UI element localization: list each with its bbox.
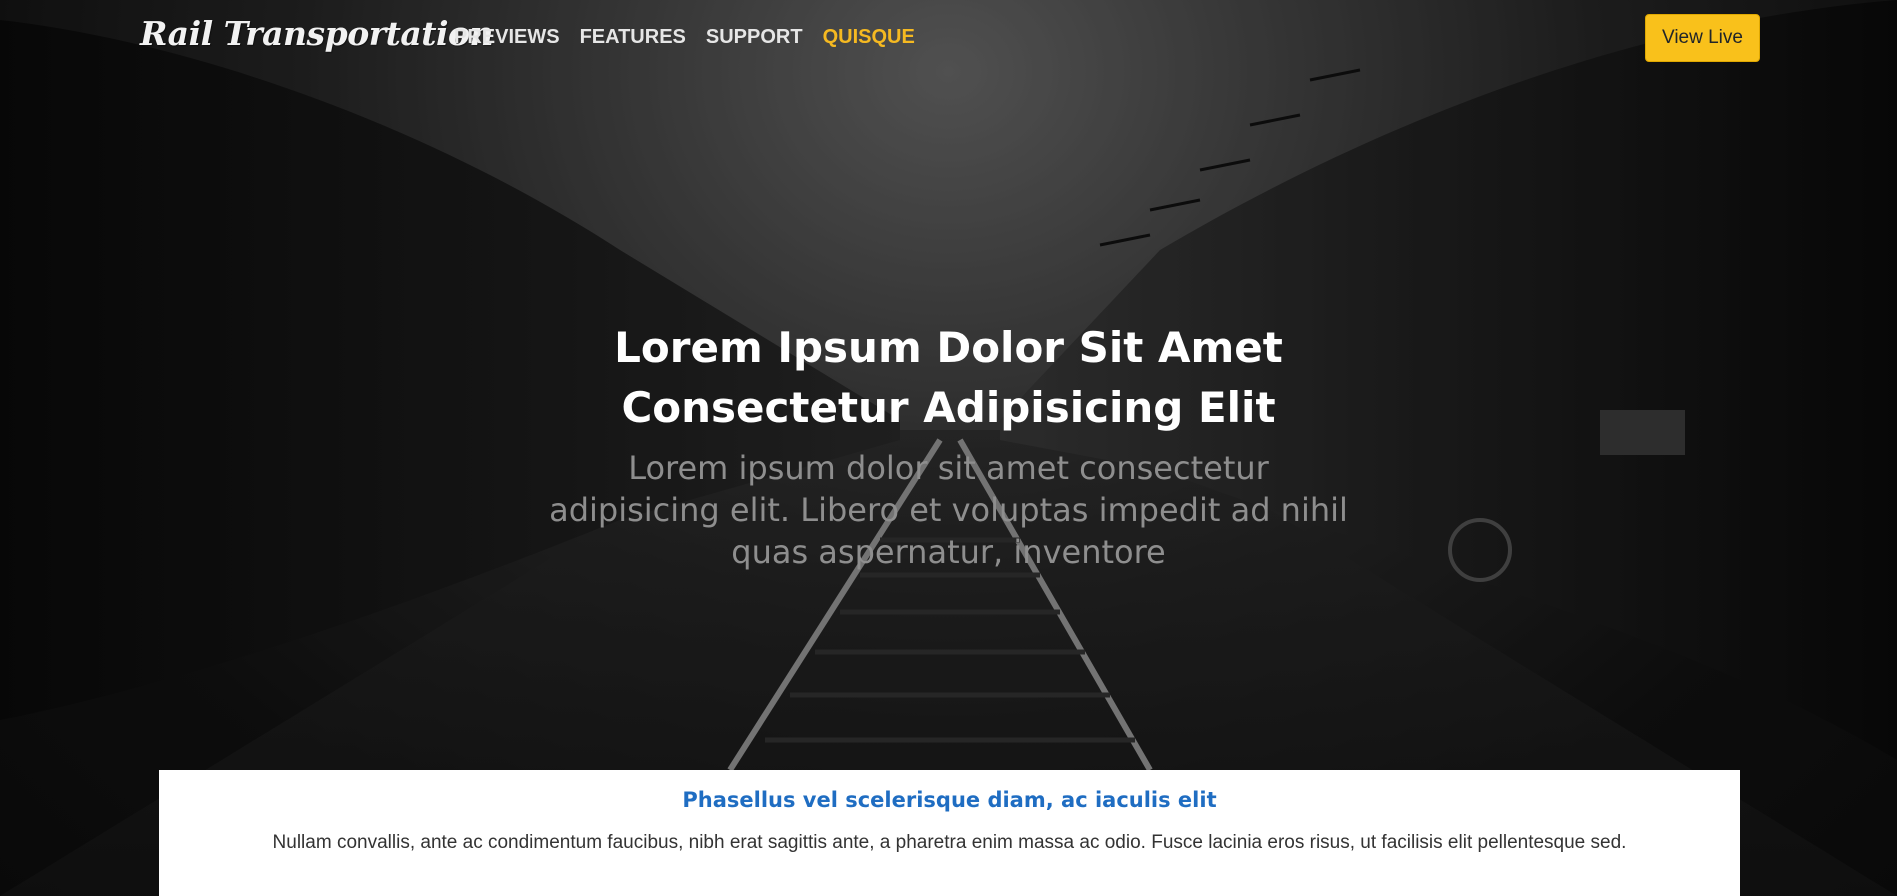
info-text: Nullam convallis, ante ac condimentum fa… — [272, 832, 1627, 853]
info-heading: Phasellus vel scelerisque diam, ac iacul… — [682, 788, 1217, 812]
nav-link-previews[interactable]: PREVIEWS — [454, 26, 560, 49]
hero-title: Lorem Ipsum Dolor Sit Amet Consectetur A… — [0, 318, 1897, 438]
nav-link-support[interactable]: SUPPORT — [706, 26, 803, 49]
page: Rail Transportation PREVIEWS FEATURES SU… — [0, 0, 1897, 896]
hero-subtitle: Lorem ipsum dolor sit amet consectetur a… — [549, 449, 1348, 571]
brand-logo[interactable]: Rail Transportation — [140, 14, 494, 53]
hero-title-line-2: Consectetur Adipisicing Elit — [621, 383, 1276, 432]
nav-links: PREVIEWS FEATURES SUPPORT QUISQUE — [454, 26, 915, 49]
view-live-button[interactable]: View Live — [1645, 14, 1760, 62]
info-card: Phasellus vel scelerisque diam, ac iacul… — [159, 770, 1740, 896]
hero-title-line-1: Lorem Ipsum Dolor Sit Amet — [614, 323, 1283, 372]
nav-link-quisque[interactable]: QUISQUE — [823, 26, 915, 49]
navbar: Rail Transportation PREVIEWS FEATURES SU… — [0, 0, 1897, 78]
nav-link-features[interactable]: FEATURES — [580, 26, 686, 49]
